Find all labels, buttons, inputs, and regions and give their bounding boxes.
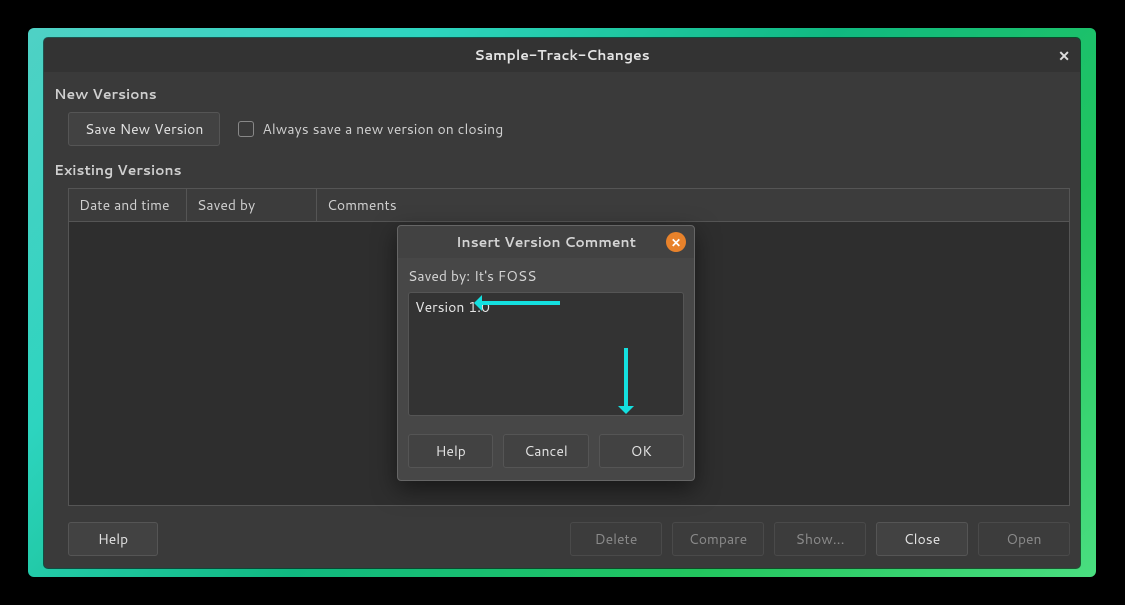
overlay-body: Saved by: It's FOSS Help Cancel OK xyxy=(398,258,694,480)
help-button[interactable]: Help xyxy=(68,522,158,556)
overlay-help-button[interactable]: Help xyxy=(408,434,493,468)
col-savedby[interactable]: Saved by xyxy=(187,189,317,221)
close-button[interactable]: Close xyxy=(876,522,968,556)
show-button[interactable]: Show... xyxy=(774,522,866,556)
new-versions-row: Save New Version Always save a new versi… xyxy=(68,112,1070,146)
dialog-button-row: Help Delete Compare Show... Close Open xyxy=(68,522,1070,556)
overlay-titlebar: Insert Version Comment ✕ xyxy=(398,226,694,258)
ok-button[interactable]: OK xyxy=(599,434,684,468)
save-new-version-button[interactable]: Save New Version xyxy=(68,112,220,146)
col-comments[interactable]: Comments xyxy=(317,189,1069,221)
saved-by-label: Saved by: It's FOSS xyxy=(408,266,684,286)
open-button[interactable]: Open xyxy=(978,522,1070,556)
existing-versions-label: Existing Versions xyxy=(54,160,1070,180)
close-icon[interactable]: ✕ xyxy=(666,232,686,252)
button-spacer xyxy=(168,522,560,556)
dialog-title: Sample-Track-Changes xyxy=(474,45,649,65)
version-comment-input[interactable] xyxy=(408,292,684,416)
new-versions-label: New Versions xyxy=(54,84,1070,104)
insert-comment-dialog: Insert Version Comment ✕ Saved by: It's … xyxy=(397,225,695,481)
always-save-label: Always save a new version on closing xyxy=(262,119,503,139)
delete-button[interactable]: Delete xyxy=(570,522,662,556)
overlay-button-row: Help Cancel OK xyxy=(408,434,684,468)
always-save-checkbox[interactable]: Always save a new version on closing xyxy=(238,119,503,139)
table-header: Date and time Saved by Comments xyxy=(69,189,1069,222)
close-icon[interactable]: ✕ xyxy=(1058,46,1070,66)
dialog-titlebar: Sample-Track-Changes ✕ xyxy=(44,38,1080,72)
checkbox-box-icon[interactable] xyxy=(238,121,254,137)
annotation-arrow-left-icon xyxy=(478,301,560,305)
col-datetime[interactable]: Date and time xyxy=(69,189,187,221)
overlay-title: Insert Version Comment xyxy=(456,232,636,252)
cancel-button[interactable]: Cancel xyxy=(503,434,588,468)
compare-button[interactable]: Compare xyxy=(672,522,764,556)
annotation-arrow-down-icon xyxy=(624,348,628,410)
